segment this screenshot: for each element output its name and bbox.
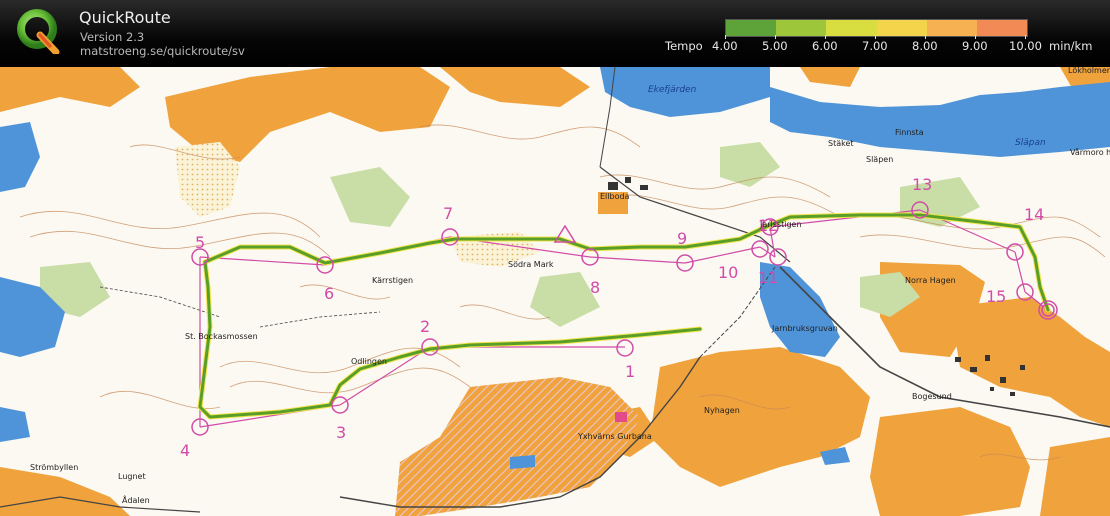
pace-band [876, 20, 927, 36]
place-name: Släpan [1015, 138, 1046, 148]
pace-band [776, 20, 827, 36]
legend-value: 6.00 [812, 39, 838, 53]
legend-value: 8.00 [912, 39, 938, 53]
header-bar: QuickRoute Version 2.3 matstroeng.se/qui… [0, 0, 1110, 67]
legend-unit: min/km [1049, 39, 1093, 53]
place-name: Nyhagen [704, 406, 740, 415]
orienteering-map[interactable]: 1 2 3 4 5 6 7 8 9 10 11 12 13 14 15 Ekef… [0, 67, 1110, 516]
place-name: Jarnbruksgruvan [771, 324, 838, 333]
place-name: Norra Hagen [905, 276, 956, 285]
control-number: 7 [443, 204, 453, 223]
place-name: Vårmoro holmen [1070, 147, 1110, 157]
place-name: Ellboda [600, 192, 630, 201]
pace-band [926, 20, 977, 36]
place-name: Lugnet [118, 472, 146, 481]
place-name: Finnsta [895, 128, 924, 137]
app-title: QuickRoute [79, 8, 171, 27]
control-number: 2 [420, 317, 430, 336]
legend-value: 7.00 [862, 39, 888, 53]
place-name: Yxhvärns Gurbana [577, 432, 652, 441]
pace-band [726, 20, 777, 36]
legend-value: 5.00 [762, 39, 788, 53]
place-name: Odlingen [351, 357, 387, 366]
control-number: 3 [336, 423, 346, 442]
app-url: matstroeng.se/quickroute/sv [80, 44, 245, 58]
place-name: Strömbyllen [30, 463, 78, 472]
control-number: 15 [986, 287, 1006, 306]
place-name: Släpen [866, 155, 893, 164]
control-number: 11 [758, 268, 778, 287]
quickroute-window: QuickRoute Version 2.3 matstroeng.se/qui… [0, 0, 1110, 516]
pace-color-gradient [725, 19, 1028, 37]
place-name: Stäket [828, 139, 854, 148]
control-number: 14 [1024, 205, 1044, 224]
place-name: St. Bockasmossen [185, 332, 258, 341]
control-number: 5 [195, 233, 205, 252]
control-number: 1 [625, 362, 635, 381]
quickroute-logo-icon [17, 9, 60, 54]
control-number: 6 [324, 284, 334, 303]
place-name: Bogesund [912, 392, 952, 401]
place-name: Kärrstigen [372, 276, 413, 285]
control-number: 8 [590, 278, 600, 297]
legend-value: 4.00 [712, 39, 738, 53]
place-name: Jarlsstigen [759, 220, 802, 229]
app-version: Version 2.3 [80, 30, 145, 44]
control-number: 9 [677, 229, 687, 248]
map-canvas: 1 2 3 4 5 6 7 8 9 10 11 12 13 14 15 Ekef… [0, 67, 1110, 516]
legend-value: 9.00 [962, 39, 988, 53]
control-number: 4 [180, 441, 190, 460]
place-name: Lökholmen [1068, 67, 1110, 75]
legend-caption: Tempo [665, 39, 703, 53]
place-name: Ekefjärden [648, 85, 697, 95]
place-name: Ådalen [122, 494, 150, 505]
pace-band [826, 20, 877, 36]
place-name: Södra Mark [508, 260, 554, 269]
control-number: 13 [912, 175, 932, 194]
pace-band [976, 20, 1028, 36]
legend-value: 10.00 [1009, 39, 1042, 53]
control-number: 10 [718, 263, 738, 282]
